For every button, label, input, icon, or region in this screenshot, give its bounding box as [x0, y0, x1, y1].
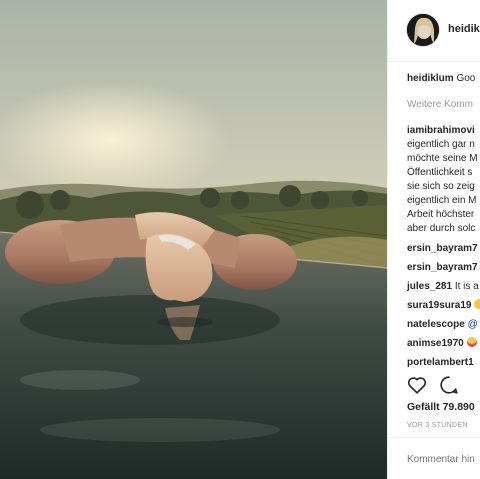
avatar[interactable]: [406, 13, 440, 47]
heart-outline-icon[interactable]: [406, 374, 428, 396]
comment-user[interactable]: iamibrahimovi: [407, 124, 480, 138]
comment-row: natelescope @: [407, 318, 480, 337]
comment-user[interactable]: portelambert1: [407, 357, 474, 368]
comment-text-line: eigentlich ein M: [407, 195, 477, 206]
comment-text-line: sie sich so zeig: [407, 181, 475, 192]
divider: [388, 437, 480, 438]
comment-input[interactable]: [407, 454, 480, 465]
post-photo[interactable]: [0, 0, 387, 479]
post-username[interactable]: heidik: [448, 23, 480, 35]
comment-text-line: Arbeit höchster: [407, 209, 475, 220]
comment-text-line: Öffentlichkeit s: [407, 167, 473, 178]
post-sidebar: heidik heidiklum Goo Weitere Komm iamibr…: [387, 0, 480, 479]
post-header: heidik: [388, 0, 480, 62]
comment-user[interactable]: animse1970: [407, 338, 464, 349]
post-actions: [406, 374, 480, 396]
comment-text-line: eigentlich gar n: [407, 139, 475, 150]
caption: heidiklum Goo: [407, 72, 480, 88]
comment-row: sura19sura19: [407, 299, 480, 318]
speech-bubble-icon[interactable]: [438, 374, 460, 396]
post-timestamp[interactable]: VOR 3 STUNDEN: [407, 422, 468, 429]
caption-user[interactable]: heidiklum: [407, 73, 454, 84]
comment-row: portelambert1: [407, 356, 480, 375]
comment-user[interactable]: natelescope: [407, 319, 465, 330]
long-comment: iamibrahimovi eigentlich gar n möchte se…: [407, 124, 480, 236]
heart-eyes-emoji-icon: [466, 337, 477, 347]
likes-count[interactable]: Gefällt 79.890: [407, 401, 475, 413]
comment-user[interactable]: ersin_bayram7: [407, 262, 478, 273]
comment-mention[interactable]: @: [468, 319, 478, 330]
comment-user[interactable]: jules_281: [407, 281, 452, 292]
comment-user[interactable]: sura19sura19: [407, 300, 472, 311]
comment-row: jules_281 It is a: [407, 280, 480, 299]
comment-row: ersin_bayram7: [407, 261, 480, 280]
comment-row: animse1970: [407, 337, 480, 356]
more-comments-link[interactable]: Weitere Komm: [407, 98, 480, 114]
comment-text-line: möchte seine M: [407, 153, 478, 164]
grin-emoji-icon: [474, 299, 480, 309]
comment-row: ersin_bayram7: [407, 242, 480, 261]
comment-text: It is a: [454, 281, 479, 292]
comment-text-line: aber durch solc: [407, 223, 476, 234]
comments-list: heidiklum Goo Weitere Komm iamibrahimovi…: [407, 72, 480, 375]
caption-text: Goo: [456, 73, 476, 84]
comment-user[interactable]: ersin_bayram7: [407, 243, 478, 254]
